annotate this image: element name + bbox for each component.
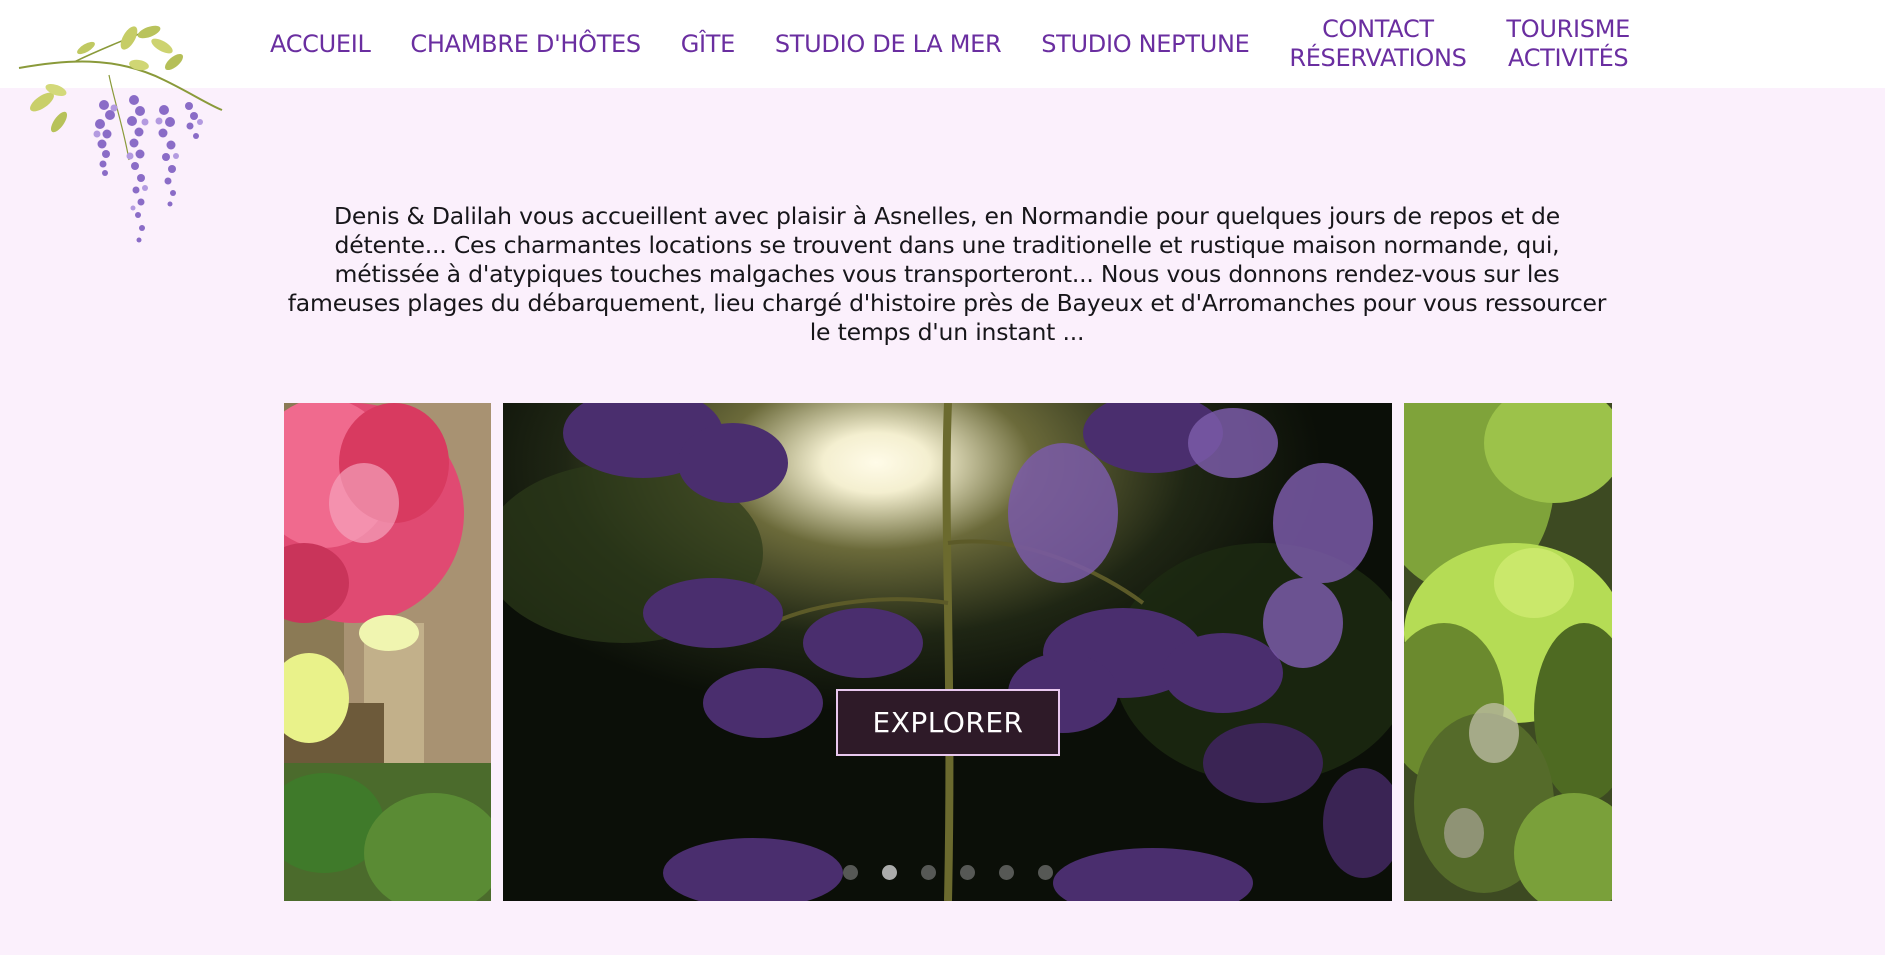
nav-accueil-label: ACCUEIL	[270, 29, 371, 58]
slide-wisteria-sunlight[interactable]	[503, 403, 1392, 901]
slider-dot-2[interactable]	[882, 865, 897, 880]
slider-dot-3[interactable]	[921, 865, 936, 880]
nav-activites-label: ACTIVITÉS	[1508, 44, 1629, 72]
slide-pink-flower[interactable]	[284, 403, 491, 901]
nav-gite-label: GÎTE	[680, 29, 736, 58]
explorer-button[interactable]: EXPLORER	[836, 689, 1060, 756]
nav-studio-de-la-mer[interactable]: STUDIO DE LA MER	[775, 30, 1002, 59]
nav-tourisme-activites[interactable]: TOURISME ACTIVITÉS	[1506, 15, 1630, 73]
slider-pagination	[843, 865, 1053, 881]
nav-chambre-dhotes-label: CHAMBRE D'HÔTES	[410, 29, 641, 58]
slider-dot-6[interactable]	[1038, 865, 1053, 880]
nav-contact-label: CONTACT	[1322, 15, 1434, 43]
nav-chambre-dhotes[interactable]: CHAMBRE D'HÔTES	[410, 29, 641, 59]
nav-accueil[interactable]: ACCUEIL	[270, 30, 371, 59]
nav-gite[interactable]: GÎTE	[680, 29, 736, 59]
slider-dot-4[interactable]	[960, 865, 975, 880]
slide-green-leaves[interactable]	[1404, 403, 1612, 901]
image-slider	[284, 403, 1612, 901]
intro-text: Denis & Dalilah vous accueillent avec pl…	[287, 202, 1607, 346]
main-nav: ACCUEIL CHAMBRE D'HÔTES GÎTE STUDIO DE L…	[270, 0, 1630, 88]
nav-studio-de-la-mer-label: STUDIO DE LA MER	[774, 29, 1002, 58]
nav-studio-neptune[interactable]: STUDIO NEPTUNE	[1041, 29, 1250, 59]
site-header: ACCUEIL CHAMBRE D'HÔTES GÎTE STUDIO DE L…	[0, 0, 1885, 88]
nav-tourisme-label: TOURISME	[1506, 15, 1630, 43]
nav-contact-reservations[interactable]: CONTACT RÉSERVATIONS	[1289, 15, 1467, 73]
nav-reservations-label: RÉSERVATIONS	[1289, 44, 1467, 72]
nav-studio-neptune-label: STUDIO NEPTUNE	[1041, 29, 1250, 58]
wisteria-branch-icon[interactable]	[14, 10, 224, 290]
slider-dot-5[interactable]	[999, 865, 1014, 880]
slider-dot-1[interactable]	[843, 865, 858, 880]
